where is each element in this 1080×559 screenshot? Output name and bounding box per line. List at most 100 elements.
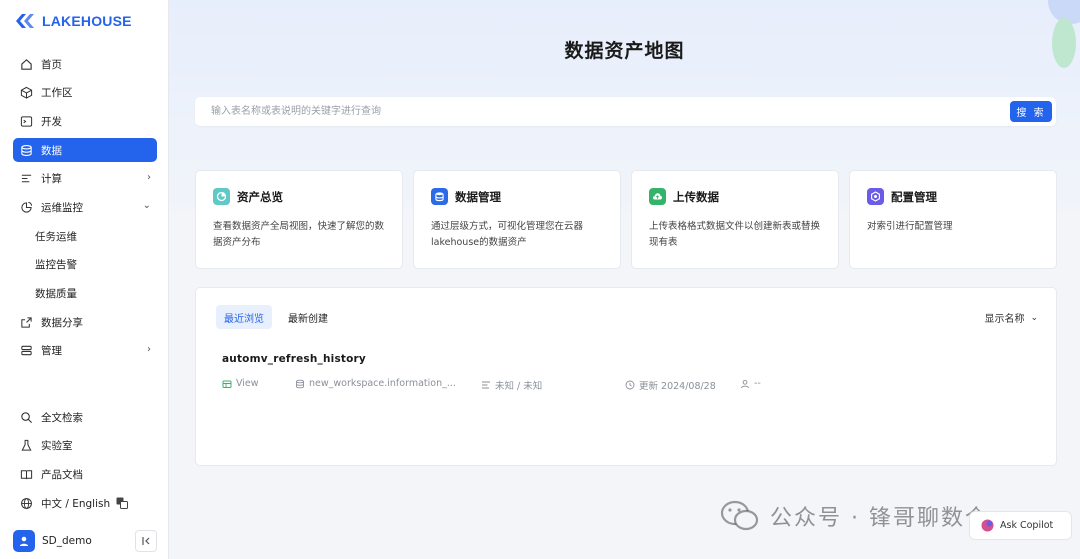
item-type: View xyxy=(222,378,259,389)
terminal-icon xyxy=(19,114,33,128)
feature-cards: 资产总览 查看数据资产全局视图，快速了解您的数据资产分布 数据管理 通过层级方式… xyxy=(195,170,1057,269)
sidebar-item-label: 运维监控 xyxy=(41,201,83,214)
sidebar-item-label: 开发 xyxy=(41,115,62,128)
sidebar-item-data-quality[interactable]: 数据质量 xyxy=(13,282,157,306)
collapse-sidebar-button[interactable] xyxy=(135,530,157,552)
recent-tabs: 最近浏览 最新创建 xyxy=(216,305,336,329)
database-icon xyxy=(431,188,448,205)
sidebar-item-alerts[interactable]: 监控告警 xyxy=(13,253,157,277)
sidebar: LAKEHOUSE 首页 工作区 开发 数据 计算 › 运维监控 ⌄ 任务运维 … xyxy=(0,0,169,559)
item-updated: 更新 2024/08/28 xyxy=(625,378,716,392)
card-title: 上传数据 xyxy=(673,189,719,204)
sidebar-item-label: 管理 xyxy=(41,345,62,358)
sidebar-item-compute[interactable]: 计算 › xyxy=(13,167,157,191)
chevron-right-icon: › xyxy=(147,171,151,183)
sidebar-item-label: 首页 xyxy=(41,58,62,71)
card-description: 对索引进行配置管理 xyxy=(867,221,953,232)
user-profile[interactable]: SD_demo xyxy=(13,528,157,554)
sidebar-item-manage[interactable]: 管理 › xyxy=(13,339,157,363)
sidebar-item-label: 实验室 xyxy=(41,440,73,453)
recent-panel: 最近浏览 最新创建 显示名称 ⌄ automv_refresh_history … xyxy=(195,287,1057,466)
flask-icon xyxy=(19,439,33,453)
brand-logo[interactable]: LAKEHOUSE xyxy=(14,12,132,30)
sidebar-item-workspace[interactable]: 工作区 xyxy=(13,81,157,105)
clock-icon xyxy=(625,380,635,390)
globe-icon xyxy=(19,496,33,510)
translate-icon xyxy=(116,497,129,510)
sidebar-item-lab[interactable]: 实验室 xyxy=(13,434,157,458)
database-icon xyxy=(295,379,305,389)
card-title: 数据管理 xyxy=(455,189,501,204)
item-location-label: new_workspace.information_... xyxy=(309,378,456,389)
sidebar-item-label: 数据质量 xyxy=(35,288,77,300)
page-title: 数据资产地图 xyxy=(564,40,685,62)
sidebar-item-data-share[interactable]: 数据分享 xyxy=(13,310,157,334)
sidebar-item-label: 监控告警 xyxy=(35,259,77,272)
card-title: 配置管理 xyxy=(891,189,937,204)
sidebar-item-task-ops[interactable]: 任务运维 xyxy=(13,224,157,248)
avatar xyxy=(13,530,35,552)
recent-item-name[interactable]: automv_refresh_history xyxy=(222,353,366,365)
sidebar-item-docs[interactable]: 产品文档 xyxy=(13,462,157,486)
sidebar-item-label: 产品文档 xyxy=(41,468,83,481)
card-asset-overview[interactable]: 资产总览 查看数据资产全局视图，快速了解您的数据资产分布 xyxy=(195,170,403,269)
manage-icon xyxy=(19,344,33,358)
wechat-icon xyxy=(720,500,760,532)
copilot-label: Ask Copilot xyxy=(1000,520,1054,531)
sidebar-bottom-nav: 全文检索 实验室 产品文档 中文 / English xyxy=(0,405,169,520)
tab-recently-created[interactable]: 最新创建 xyxy=(280,305,336,329)
card-description: 上传表格格式数据文件以创建新表或替换现有表 xyxy=(649,221,821,248)
item-owner-info: 未知 / 未知 xyxy=(481,378,542,392)
sidebar-item-develop[interactable]: 开发 xyxy=(13,109,157,133)
monitor-icon xyxy=(19,200,33,214)
search-bar: 搜 索 xyxy=(195,97,1056,126)
card-data-management[interactable]: 数据管理 通过层级方式，可视化管理您在云器lakehouse的数据资产 xyxy=(413,170,621,269)
logo-icon xyxy=(14,12,36,30)
cube-icon xyxy=(19,86,33,100)
display-name-dropdown[interactable]: 显示名称 ⌄ xyxy=(984,310,1038,326)
brand-name: LAKEHOUSE xyxy=(42,13,132,29)
chevron-down-icon: ⌄ xyxy=(142,200,151,212)
chevron-down-icon: ⌄ xyxy=(1030,312,1038,323)
card-upload-data[interactable]: 上传数据 上传表格格式数据文件以创建新表或替换现有表 xyxy=(631,170,839,269)
user-icon xyxy=(740,379,750,389)
watermark: 公众号 · 锋哥聊数仓 xyxy=(720,500,989,532)
item-user: -- xyxy=(740,378,761,389)
sidebar-item-language[interactable]: 中文 / English xyxy=(13,491,157,515)
collapse-icon xyxy=(142,537,150,545)
item-location: new_workspace.information_... xyxy=(295,378,456,389)
sidebar-item-data[interactable]: 数据 xyxy=(13,138,157,163)
card-config-management[interactable]: 配置管理 对索引进行配置管理 xyxy=(849,170,1057,269)
search-button[interactable]: 搜 索 xyxy=(1010,101,1052,122)
ask-copilot-button[interactable]: Ask Copilot xyxy=(969,511,1072,540)
sidebar-item-ops-monitor[interactable]: 运维监控 ⌄ xyxy=(13,195,157,219)
card-description: 通过层级方式，可视化管理您在云器lakehouse的数据资产 xyxy=(431,221,584,248)
sidebar-item-home[interactable]: 首页 xyxy=(13,52,157,76)
sidebar-item-label: 中文 / English xyxy=(41,497,111,510)
item-type-label: View xyxy=(236,378,259,389)
user-name: SD_demo xyxy=(42,535,92,547)
watermark-text: 公众号 · 锋哥聊数仓 xyxy=(770,506,989,531)
compute-icon xyxy=(19,172,33,186)
sidebar-item-label: 全文检索 xyxy=(41,411,83,424)
sidebar-item-label: 工作区 xyxy=(41,87,73,100)
item-user-label: -- xyxy=(754,378,761,389)
sidebar-item-label: 数据 xyxy=(41,144,62,157)
tab-recently-viewed[interactable]: 最近浏览 xyxy=(216,305,272,329)
main-content: 数据资产地图 搜 索 资产总览 查看数据资产全局视图，快速了解您的数据资产分布 … xyxy=(169,0,1080,559)
copilot-icon xyxy=(980,518,995,533)
settings-icon xyxy=(867,188,884,205)
book-icon xyxy=(19,467,33,481)
search-icon xyxy=(19,410,33,424)
overview-icon xyxy=(213,188,230,205)
sidebar-item-fulltext-search[interactable]: 全文检索 xyxy=(13,405,157,429)
list-icon xyxy=(481,380,491,390)
sidebar-item-label: 任务运维 xyxy=(35,230,77,243)
item-owner-label: 未知 / 未知 xyxy=(495,381,543,392)
share-icon xyxy=(19,315,33,329)
database-icon xyxy=(19,143,33,157)
view-icon xyxy=(222,379,232,389)
upload-icon xyxy=(649,188,666,205)
home-icon xyxy=(19,57,33,71)
search-input[interactable] xyxy=(211,103,991,120)
